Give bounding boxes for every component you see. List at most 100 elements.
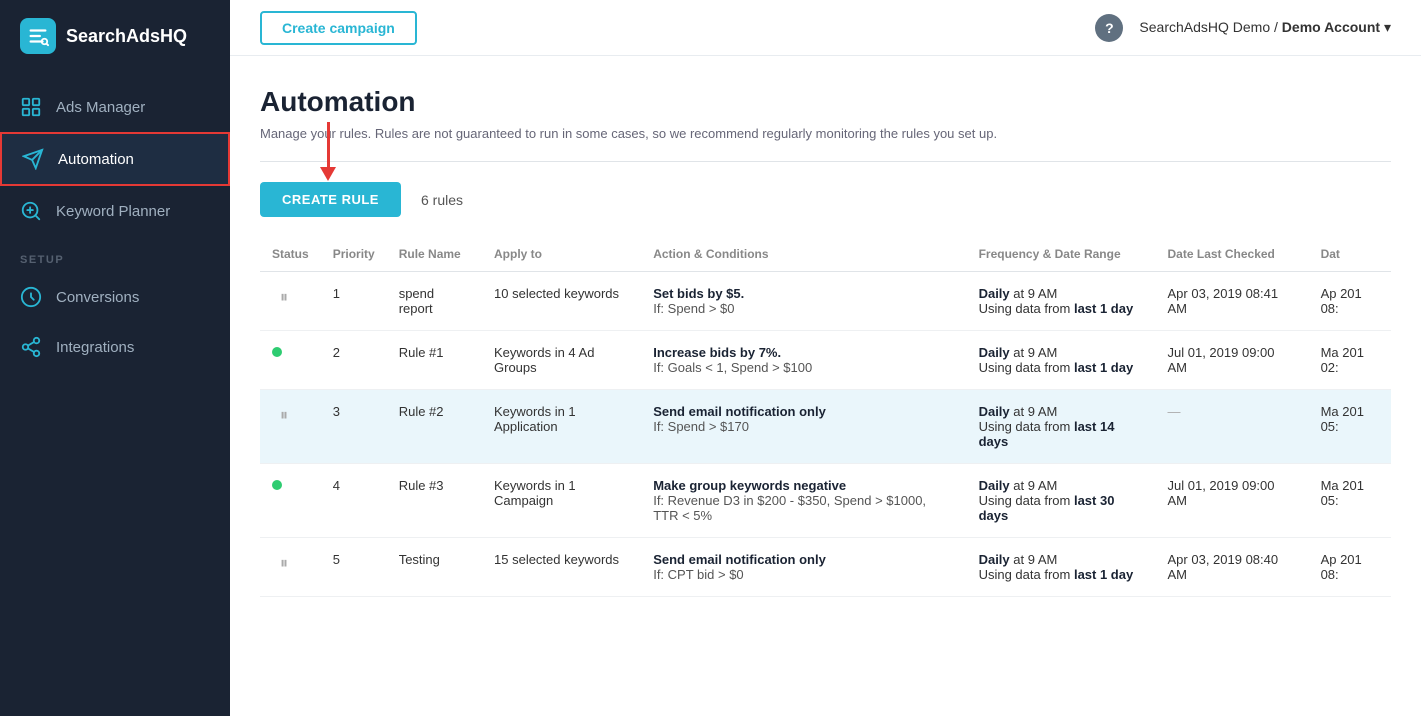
- col-rule-name: Rule Name: [387, 237, 482, 272]
- sidebar-item-keyword-planner[interactable]: Keyword Planner: [0, 186, 230, 236]
- pause-icon[interactable]: ⏸: [272, 286, 296, 310]
- status-cell: ⏸: [260, 390, 321, 464]
- freq-data: Using data from last 30 days: [979, 493, 1115, 523]
- main-content: Create campaign ? SearchAdsHQ Demo / Dem…: [230, 0, 1421, 716]
- table-header-row: Status Priority Rule Name Apply to Actio…: [260, 237, 1391, 272]
- freq-main: Daily: [979, 552, 1010, 567]
- date-checked-cell: Apr 03, 2019 08:41 AM: [1156, 272, 1309, 331]
- freq-main: Daily: [979, 345, 1010, 360]
- action-condition: If: Spend > $170: [653, 419, 749, 434]
- action-main: Send email notification only: [653, 404, 826, 419]
- dash-placeholder: —: [1168, 404, 1181, 419]
- account-name: Demo Account: [1282, 19, 1380, 35]
- action-condition: If: CPT bid > $0: [653, 567, 743, 582]
- date-created-cell: Ma 201 02:: [1309, 331, 1391, 390]
- col-priority: Priority: [321, 237, 387, 272]
- pause-icon[interactable]: ⏸: [272, 404, 296, 428]
- col-status: Status: [260, 237, 321, 272]
- priority-cell: 1: [321, 272, 387, 331]
- rule-name-cell: Rule #2: [387, 390, 482, 464]
- action-main: Set bids by $5.: [653, 286, 744, 301]
- logo-icon: [20, 18, 56, 54]
- status-cell: ⏸: [260, 538, 321, 597]
- sidebar-item-ads-manager[interactable]: Ads Manager: [0, 82, 230, 132]
- date-created-cell: Ma 201 05:: [1309, 390, 1391, 464]
- freq-period: last 30 days: [979, 493, 1115, 523]
- freq-period: last 1 day: [1074, 301, 1133, 316]
- freq-data: Using data from last 1 day: [979, 360, 1134, 375]
- table-row[interactable]: ⏸3Rule #2Keywords in 1 ApplicationSend e…: [260, 390, 1391, 464]
- freq-main: Daily: [979, 404, 1010, 419]
- active-icon: [272, 347, 282, 357]
- table-row[interactable]: ⏸5Testing15 selected keywordsSend email …: [260, 538, 1391, 597]
- priority-cell: 3: [321, 390, 387, 464]
- create-campaign-button[interactable]: Create campaign: [260, 11, 417, 45]
- action-conditions-cell: Set bids by $5.If: Spend > $0: [641, 272, 966, 331]
- dropdown-chevron[interactable]: ▾: [1384, 19, 1391, 35]
- active-icon: [272, 480, 282, 490]
- priority-cell: 2: [321, 331, 387, 390]
- col-date-checked: Date Last Checked: [1156, 237, 1309, 272]
- page-title: Automation: [260, 86, 1391, 118]
- action-main: Increase bids by 7%.: [653, 345, 781, 360]
- table-row[interactable]: ⏸1spend report10 selected keywordsSet bi…: [260, 272, 1391, 331]
- table-row[interactable]: 2Rule #1Keywords in 4 Ad GroupsIncrease …: [260, 331, 1391, 390]
- topbar-right: ? SearchAdsHQ Demo / Demo Account ▾: [1095, 14, 1391, 42]
- date-checked-cell: Jul 01, 2019 09:00 AM: [1156, 464, 1309, 538]
- sidebar-item-automation-label: Automation: [58, 151, 134, 168]
- sidebar: SearchAdsHQ Ads Manager Automation Keywo…: [0, 0, 230, 716]
- rule-name-cell: spend report: [387, 272, 482, 331]
- date-created-cell: Ma 201 05:: [1309, 464, 1391, 538]
- frequency-cell: Daily at 9 AMUsing data from last 1 day: [967, 272, 1156, 331]
- rule-name-cell: Rule #3: [387, 464, 482, 538]
- account-demo-text: SearchAdsHQ Demo /: [1139, 19, 1281, 35]
- action-condition: If: Goals < 1, Spend > $100: [653, 360, 812, 375]
- apply-to-cell: Keywords in 1 Campaign: [482, 464, 641, 538]
- status-cell: [260, 464, 321, 538]
- page-divider: [260, 161, 1391, 162]
- rules-count: 6 rules: [421, 192, 463, 208]
- priority-cell: 5: [321, 538, 387, 597]
- sidebar-item-keyword-planner-label: Keyword Planner: [56, 203, 170, 220]
- freq-time: at 9 AM: [1013, 478, 1057, 493]
- date-checked-cell: —: [1156, 390, 1309, 464]
- sidebar-item-conversions-label: Conversions: [56, 289, 139, 306]
- frequency-cell: Daily at 9 AMUsing data from last 30 day…: [967, 464, 1156, 538]
- action-conditions-cell: Increase bids by 7%.If: Goals < 1, Spend…: [641, 331, 966, 390]
- pause-icon[interactable]: ⏸: [272, 552, 296, 576]
- sidebar-item-conversions[interactable]: Conversions: [0, 272, 230, 322]
- freq-period: last 14 days: [979, 419, 1115, 449]
- col-apply-to: Apply to: [482, 237, 641, 272]
- sidebar-item-integrations-label: Integrations: [56, 339, 134, 356]
- page-content: Automation Manage your rules. Rules are …: [230, 56, 1421, 716]
- action-condition: If: Revenue D3 in $200 - $350, Spend > $…: [653, 493, 926, 523]
- topbar: Create campaign ? SearchAdsHQ Demo / Dem…: [230, 0, 1421, 56]
- sidebar-item-integrations[interactable]: Integrations: [0, 322, 230, 372]
- create-rule-button[interactable]: CREATE RULE: [260, 182, 401, 217]
- account-info: SearchAdsHQ Demo / Demo Account ▾: [1139, 19, 1391, 36]
- table-row[interactable]: 4Rule #3Keywords in 1 CampaignMake group…: [260, 464, 1391, 538]
- rule-name-cell: Rule #1: [387, 331, 482, 390]
- col-date-created: Dat: [1309, 237, 1391, 272]
- date-created-cell: Ap 201 08:: [1309, 538, 1391, 597]
- arrow-annotation: [320, 122, 336, 181]
- freq-time: at 9 AM: [1013, 345, 1057, 360]
- help-icon[interactable]: ?: [1095, 14, 1123, 42]
- freq-data: Using data from last 1 day: [979, 301, 1134, 316]
- status-cell: ⏸: [260, 272, 321, 331]
- frequency-cell: Daily at 9 AMUsing data from last 14 day…: [967, 390, 1156, 464]
- setup-section-label: SETUP: [0, 236, 230, 272]
- logo-container: SearchAdsHQ: [0, 0, 230, 72]
- freq-time: at 9 AM: [1013, 552, 1057, 567]
- col-frequency: Frequency & Date Range: [967, 237, 1156, 272]
- frequency-cell: Daily at 9 AMUsing data from last 1 day: [967, 538, 1156, 597]
- action-bar: CREATE RULE 6 rules: [260, 182, 1391, 217]
- apply-to-cell: Keywords in 4 Ad Groups: [482, 331, 641, 390]
- page-subtitle: Manage your rules. Rules are not guarant…: [260, 126, 1391, 141]
- col-action-conditions: Action & Conditions: [641, 237, 966, 272]
- frequency-cell: Daily at 9 AMUsing data from last 1 day: [967, 331, 1156, 390]
- arrow-head: [320, 167, 336, 181]
- date-checked-cell: Jul 01, 2019 09:00 AM: [1156, 331, 1309, 390]
- freq-data: Using data from last 1 day: [979, 567, 1134, 582]
- sidebar-item-automation[interactable]: Automation: [0, 132, 230, 186]
